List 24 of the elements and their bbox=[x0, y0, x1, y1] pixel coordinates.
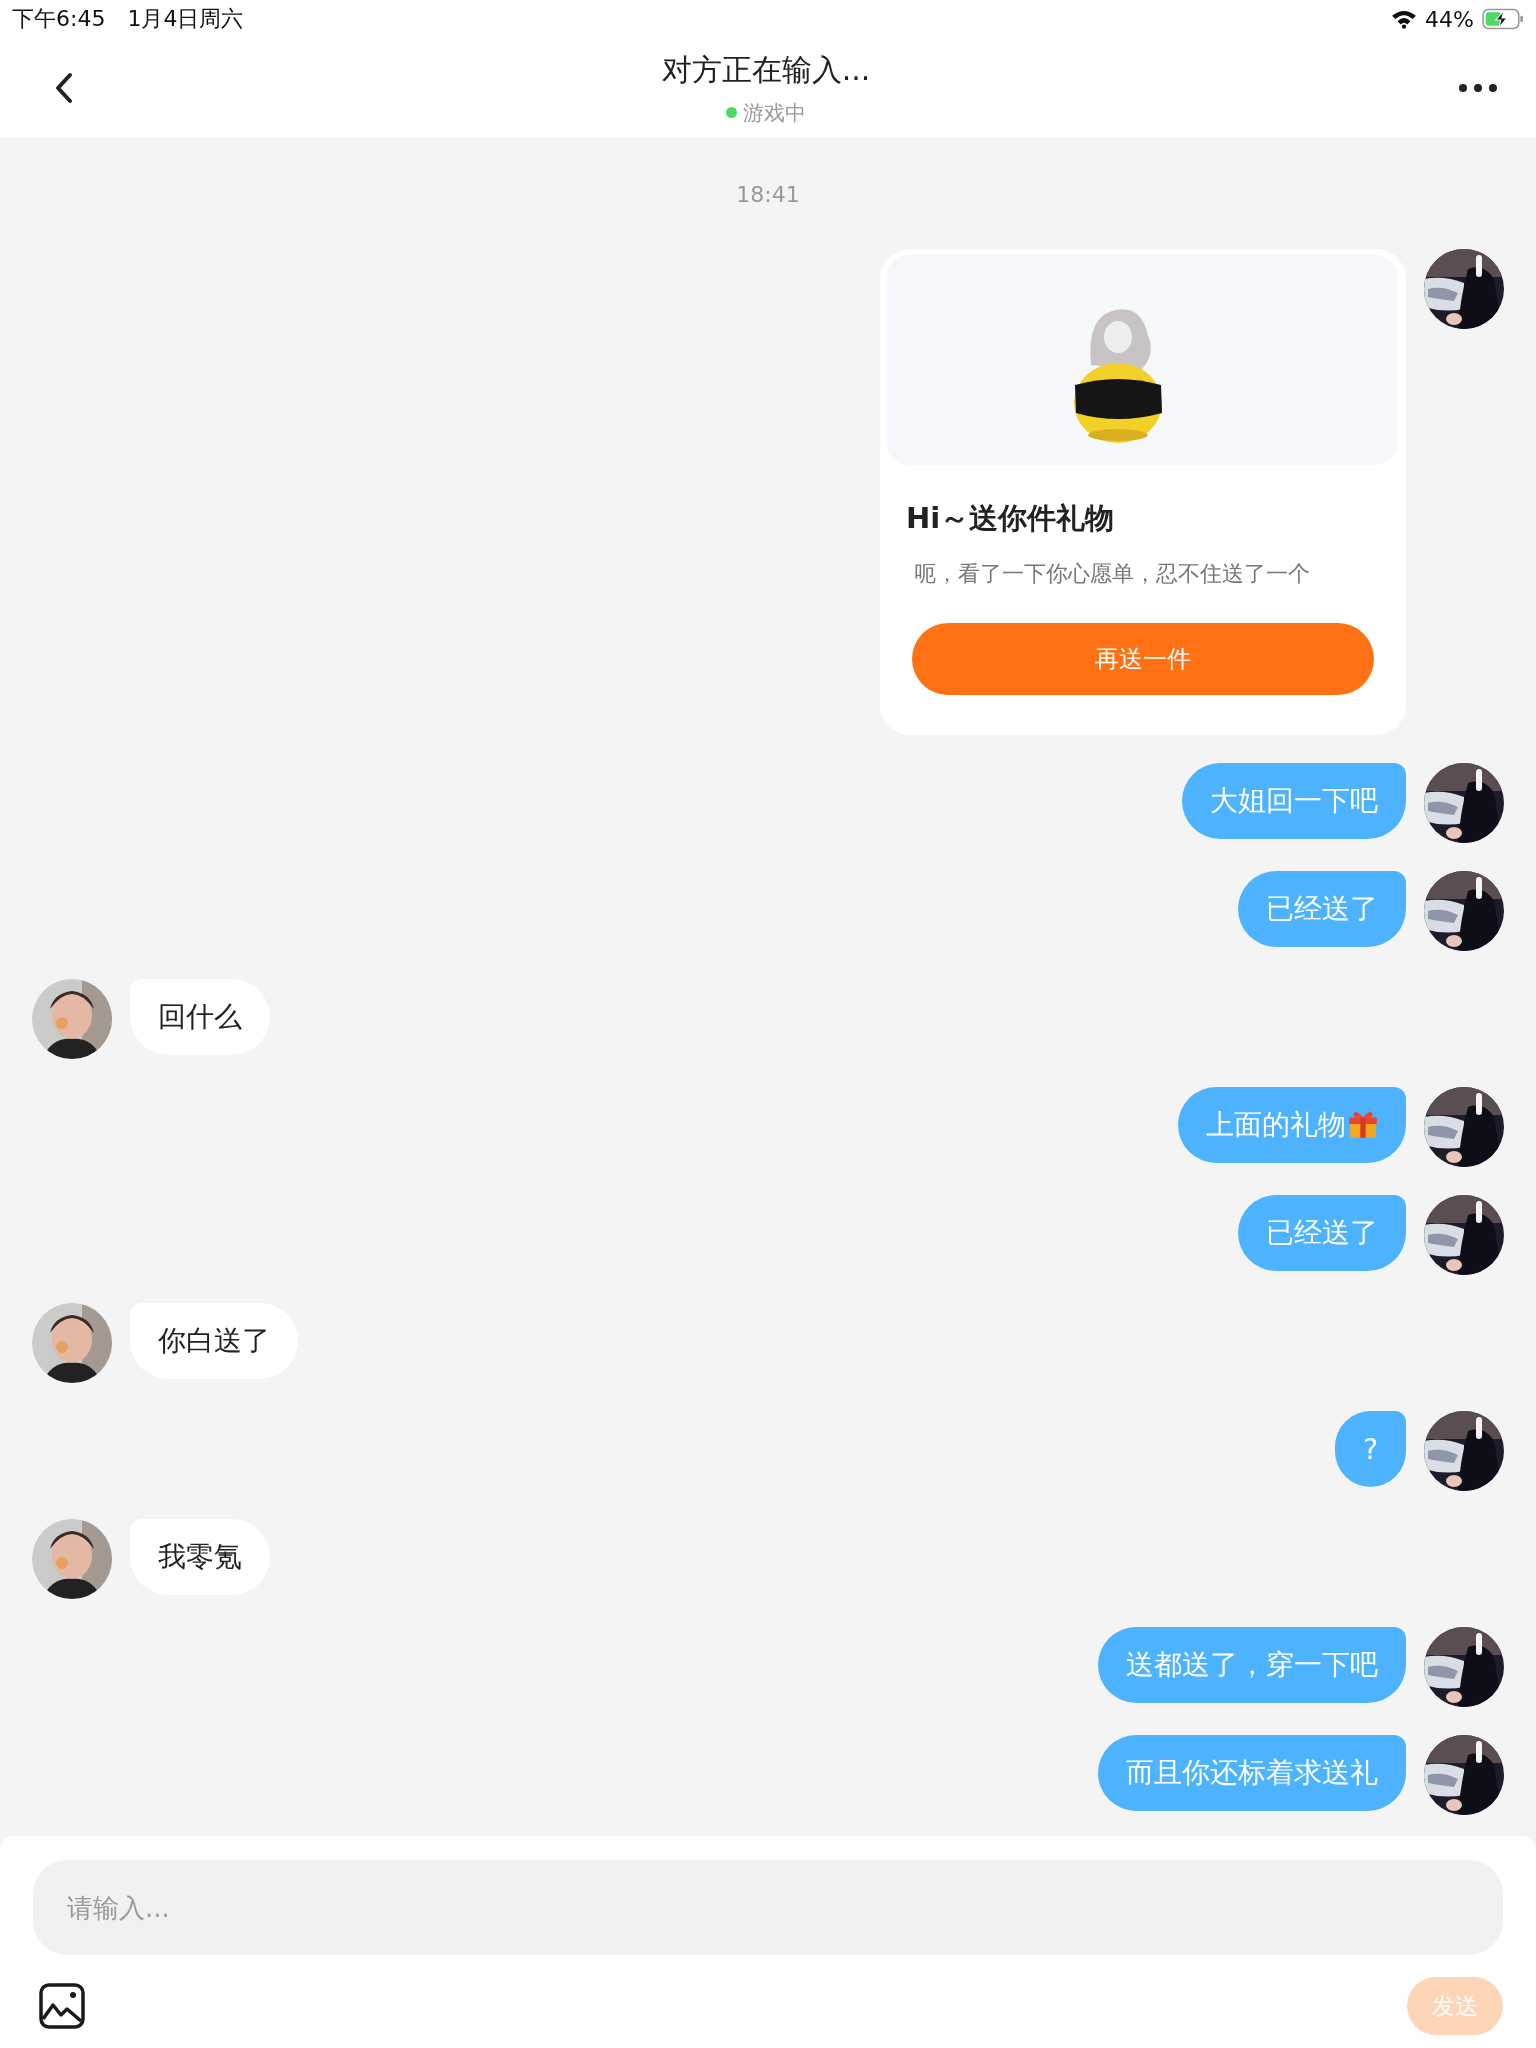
send-again-button[interactable]: 再送一件 bbox=[912, 623, 1374, 695]
gift-icon bbox=[1348, 1110, 1378, 1140]
status-time: 下午6:45 bbox=[12, 5, 106, 33]
message-text: 送都送了，穿一下吧 bbox=[1126, 1647, 1378, 1683]
image-icon[interactable] bbox=[39, 1983, 85, 2029]
presence-text: 游戏中 bbox=[743, 99, 806, 127]
timestamp: 18:41 bbox=[735, 182, 801, 207]
more-icon[interactable] bbox=[1458, 83, 1498, 93]
message-text: 已经送了 bbox=[1266, 891, 1378, 927]
message-input[interactable]: 请输入... bbox=[33, 1860, 1503, 1955]
message-text: 你白送了 bbox=[158, 1323, 270, 1359]
gift-title: Hi～送你件礼物 bbox=[906, 500, 1116, 537]
message-text: 而且你还标着求送礼 bbox=[1126, 1755, 1378, 1791]
gift-message: 呃，看了一下你心愿单，忍不住送了一个 bbox=[914, 560, 1311, 588]
wifi-icon bbox=[1391, 9, 1418, 29]
battery-percent: 44% bbox=[1425, 6, 1474, 32]
message-text: 大姐回一下吧 bbox=[1210, 783, 1378, 819]
message-text: 已经送了 bbox=[1266, 1215, 1378, 1251]
message-text: 回什么 bbox=[158, 999, 242, 1035]
chat-title: 对方正在输入... bbox=[661, 50, 871, 89]
message-text: ? bbox=[1363, 1432, 1378, 1466]
message-text: 上面的礼物 bbox=[1206, 1107, 1346, 1143]
status-date: 1月4日周六 bbox=[127, 5, 244, 33]
message-text: 我零氪 bbox=[158, 1539, 242, 1575]
